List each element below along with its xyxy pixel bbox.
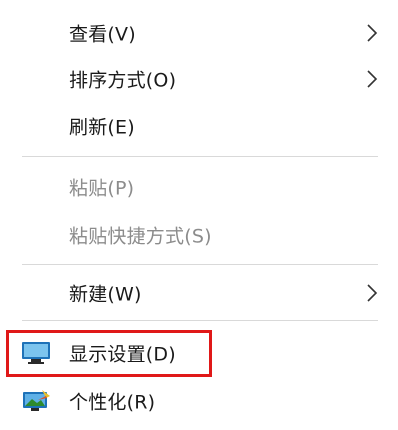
menu-item-paste-shortcut-label: 粘贴快捷方式(S): [69, 225, 212, 248]
menu-item-sort-by-label: 排序方式(O): [69, 69, 177, 92]
menu-item-new-label: 新建(W): [69, 283, 142, 306]
menu-item-sort-by[interactable]: 排序方式(O): [0, 54, 398, 104]
menu-item-refresh[interactable]: 刷新(E): [0, 101, 398, 151]
menu-item-personalize[interactable]: 个性化(R): [0, 376, 398, 426]
menu-item-paste-shortcut: 粘贴快捷方式(S): [0, 210, 398, 260]
menu-item-refresh-label: 刷新(E): [69, 116, 135, 139]
desktop-context-menu: 查看(V) 排序方式(O) 刷新(E) 粘贴(P) 粘贴快捷方式(S) 新建(W…: [0, 0, 398, 430]
chevron-right-icon: [367, 24, 378, 42]
menu-item-personalize-label: 个性化(R): [69, 391, 156, 414]
menu-separator: [22, 156, 378, 157]
chevron-right-icon: [367, 70, 378, 88]
menu-separator: [22, 320, 378, 321]
menu-item-paste: 粘贴(P): [0, 162, 398, 212]
menu-item-paste-label: 粘贴(P): [69, 177, 135, 200]
highlight-box: [6, 330, 212, 377]
menu-item-view-label: 查看(V): [69, 23, 136, 46]
menu-separator: [22, 264, 378, 265]
chevron-right-icon: [367, 284, 378, 302]
menu-item-view[interactable]: 查看(V): [0, 8, 398, 58]
menu-item-new[interactable]: 新建(W): [0, 268, 398, 318]
personalize-icon: [23, 390, 50, 411]
